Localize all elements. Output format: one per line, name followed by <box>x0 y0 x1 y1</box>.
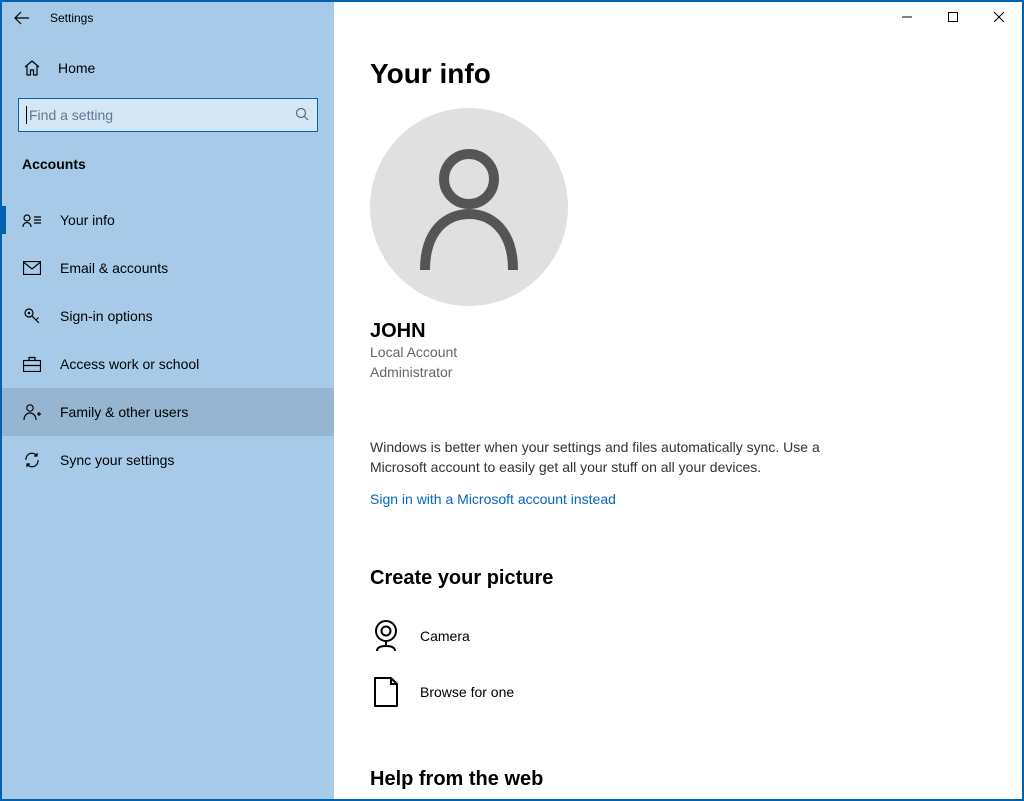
search-container <box>18 98 318 132</box>
home-label: Home <box>58 60 95 76</box>
sidebar-item-label: Your info <box>60 212 115 228</box>
search-icon <box>295 107 309 124</box>
create-picture-title: Create your picture <box>370 567 986 590</box>
help-from-web-title: Help from the web <box>370 768 986 791</box>
sync-description: Windows is better when your settings and… <box>370 438 850 477</box>
sidebar-item-label: Email & accounts <box>60 260 168 276</box>
briefcase-icon <box>22 354 42 374</box>
search-box[interactable] <box>18 98 318 132</box>
settings-window: Settings Home <box>0 0 1024 801</box>
text-caret <box>26 106 27 124</box>
browse-option[interactable]: Browse for one <box>370 664 986 720</box>
account-role: Administrator <box>370 363 986 383</box>
body: Home Accounts Your info <box>2 34 1022 799</box>
titlebar: Settings <box>2 2 1022 34</box>
avatar <box>370 108 568 306</box>
sidebar-item-signin-options[interactable]: Sign-in options <box>2 292 334 340</box>
titlebar-right <box>334 2 1022 34</box>
person-card-icon <box>22 210 42 230</box>
sign-in-microsoft-link[interactable]: Sign in with a Microsoft account instead <box>370 491 616 507</box>
maximize-button[interactable] <box>930 2 976 32</box>
sidebar-item-sync-settings[interactable]: Sync your settings <box>2 436 334 484</box>
sidebar-item-label: Access work or school <box>60 356 199 372</box>
sidebar-item-label: Sync your settings <box>60 452 174 468</box>
browse-label: Browse for one <box>420 684 514 700</box>
minimize-button[interactable] <box>884 2 930 32</box>
arrow-left-icon <box>14 10 30 26</box>
main-content: Your info JOHN Local Account Administrat… <box>334 34 1022 799</box>
window-controls <box>884 2 1022 32</box>
camera-option[interactable]: Camera <box>370 608 986 664</box>
nav-list: Your info Email & accounts Sign-in optio… <box>2 196 334 484</box>
sidebar-item-family-other-users[interactable]: Family & other users <box>2 388 334 436</box>
sidebar-item-label: Sign-in options <box>60 308 153 324</box>
search-input[interactable] <box>27 106 295 124</box>
window-title: Settings <box>50 11 93 25</box>
close-button[interactable] <box>976 2 1022 32</box>
sync-icon <box>22 450 42 470</box>
close-icon <box>994 12 1004 22</box>
avatar-container <box>370 108 986 306</box>
key-icon <box>22 306 42 326</box>
back-button[interactable] <box>2 2 42 34</box>
sidebar-item-access-work-school[interactable]: Access work or school <box>2 340 334 388</box>
sidebar: Home Accounts Your info <box>2 34 334 799</box>
camera-icon <box>370 618 402 654</box>
sidebar-item-your-info[interactable]: Your info <box>2 196 334 244</box>
page-title: Your info <box>370 58 986 90</box>
username: JOHN <box>370 320 986 343</box>
maximize-icon <box>948 12 958 22</box>
titlebar-left: Settings <box>2 2 334 34</box>
home-button[interactable]: Home <box>2 46 334 90</box>
minimize-icon <box>902 12 912 22</box>
people-add-icon <box>22 402 42 422</box>
sidebar-section-header: Accounts <box>2 146 334 182</box>
person-icon <box>409 130 529 280</box>
file-icon <box>370 674 402 710</box>
sidebar-item-email-accounts[interactable]: Email & accounts <box>2 244 334 292</box>
camera-label: Camera <box>420 628 470 644</box>
sidebar-item-label: Family & other users <box>60 404 188 420</box>
home-icon <box>22 58 42 78</box>
mail-icon <box>22 258 42 278</box>
account-type: Local Account <box>370 343 986 363</box>
